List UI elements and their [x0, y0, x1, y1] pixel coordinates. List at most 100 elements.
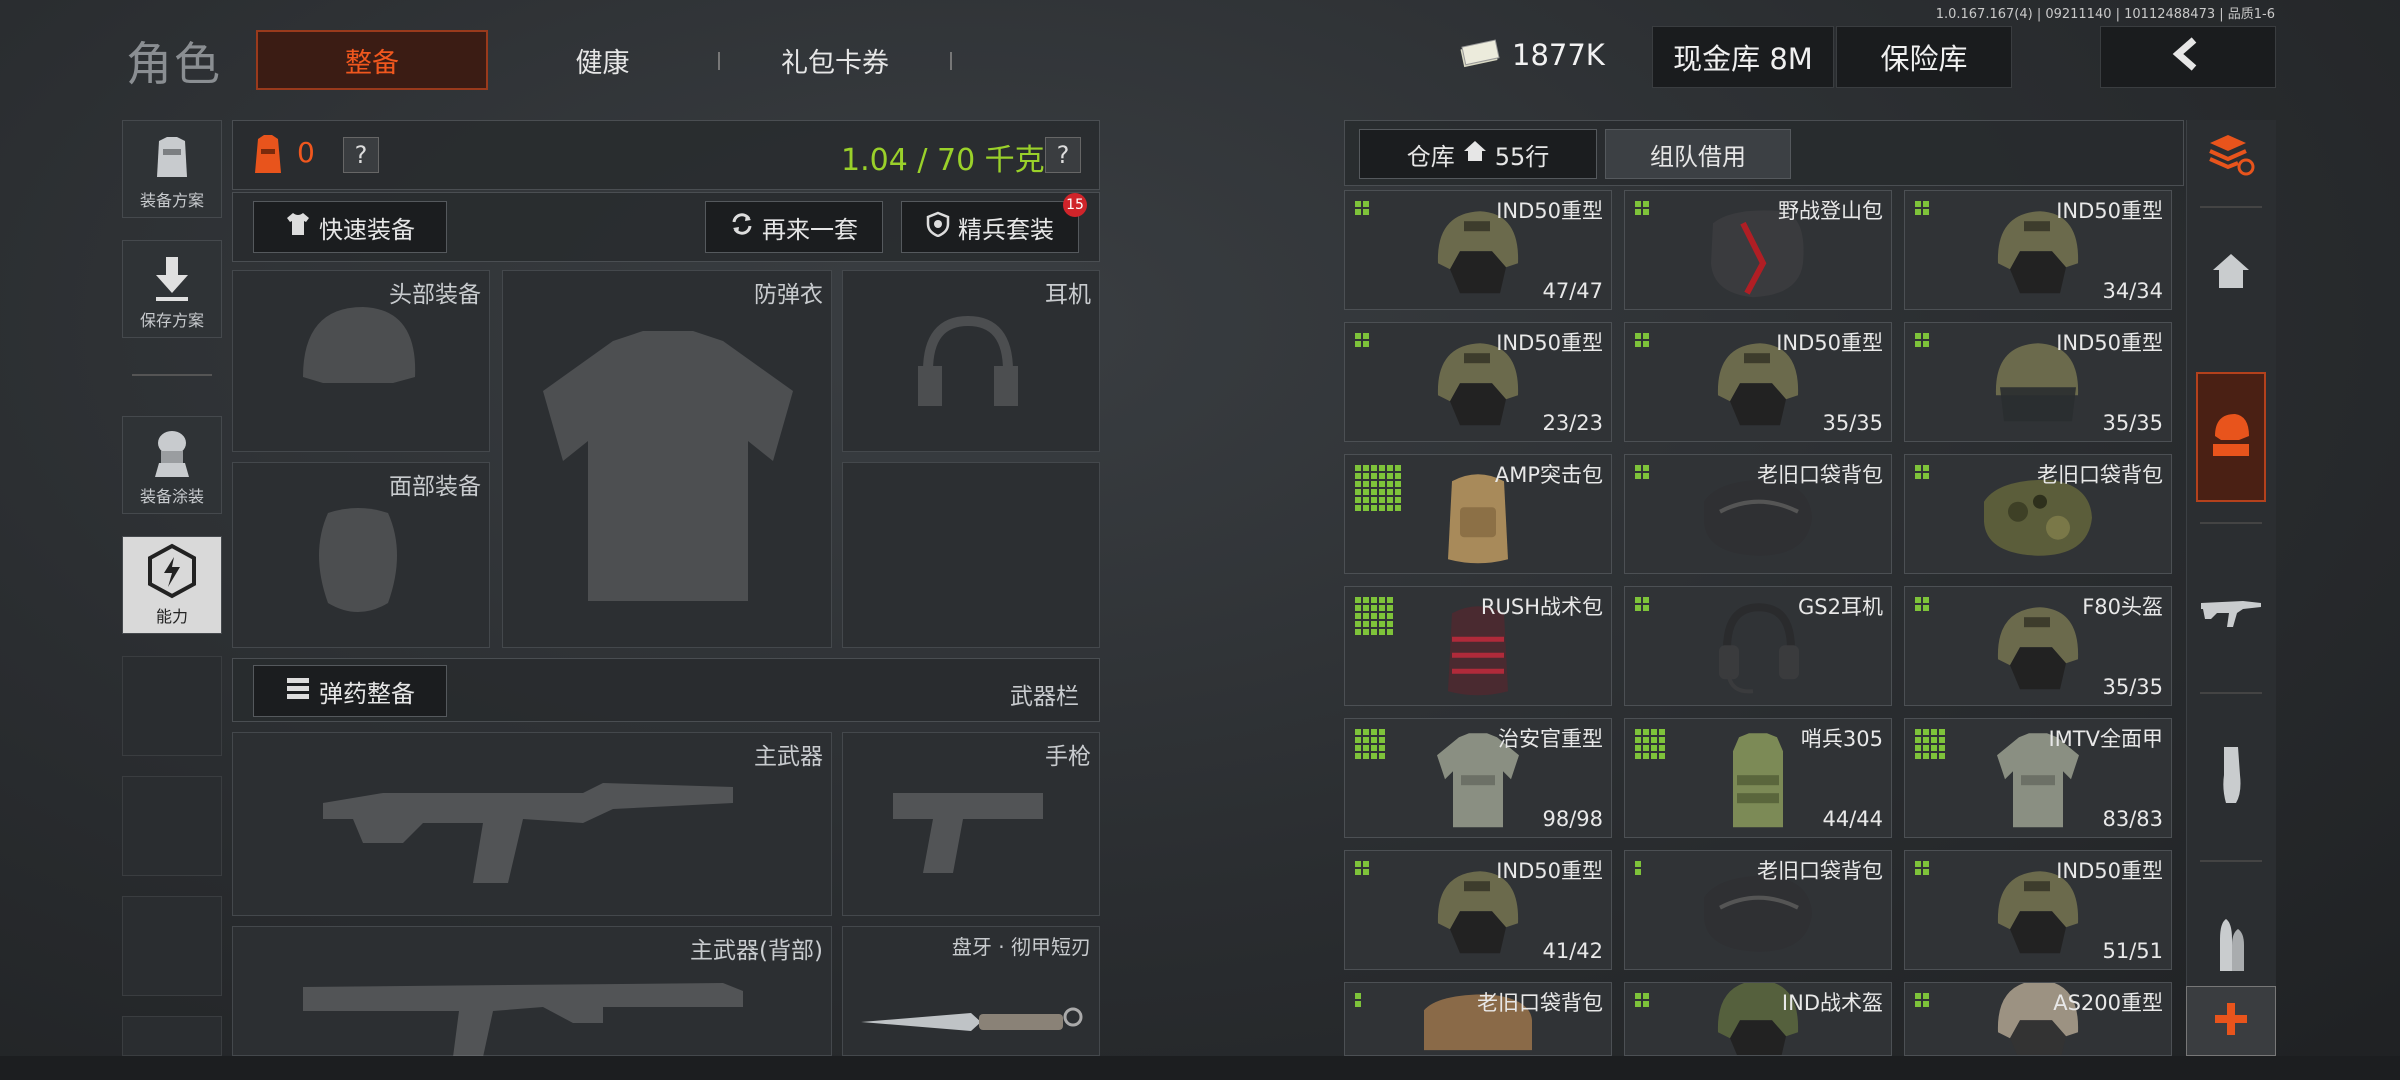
rifle-back-placeholder-icon [303, 967, 743, 1061]
item-size-indicator [1915, 597, 1929, 611]
helmet-orange-icon [2209, 410, 2253, 464]
face-slot[interactable]: 面部装备 [232, 462, 490, 648]
warehouse-item[interactable]: RUSH战术包 [1344, 586, 1612, 706]
item-name: 治安官重型 [1498, 727, 1603, 751]
headset-placeholder-icon [913, 311, 1023, 435]
warehouse-item[interactable]: IMTV全面甲 83/83 [1904, 718, 2172, 838]
tab-health[interactable]: 健康 [510, 30, 695, 90]
item-name: 哨兵305 [1800, 727, 1883, 751]
home-icon [1463, 140, 1487, 168]
warehouse-item[interactable]: 老旧口袋背包 [1624, 454, 1892, 574]
back-arrow-icon [2170, 36, 2206, 79]
item-durability: 34/34 [2102, 279, 2163, 303]
extra-slot[interactable] [842, 462, 1100, 648]
warehouse-item[interactable]: 老旧口袋背包 [1344, 982, 1612, 1056]
rail-divider [2200, 692, 2262, 694]
cash-icon [1458, 38, 1502, 72]
warehouse-item[interactable]: 野战登山包 [1624, 190, 1892, 310]
pistol-placeholder-icon [893, 783, 1053, 887]
sidebar-label: 能力 [155, 607, 188, 626]
warehouse-item[interactable]: IND50重型 47/47 [1344, 190, 1612, 310]
loadout-actions: 快速装备 再来一套 精兵套装 15 [232, 192, 1100, 262]
sort-stack-icon[interactable] [2196, 120, 2266, 190]
tab-label: 仓库 [1406, 142, 1455, 171]
headset-slot[interactable]: 耳机 [842, 270, 1100, 452]
item-durability: 98/98 [1542, 807, 1603, 831]
item-durability: 41/42 [1542, 939, 1603, 963]
item-name: 老旧口袋背包 [1477, 991, 1603, 1015]
item-name: IND战术盔 [1781, 991, 1883, 1015]
item-name: 野战登山包 [1778, 199, 1883, 223]
armor-count: 0 [297, 136, 315, 169]
head-slot[interactable]: 头部装备 [232, 270, 490, 452]
cash-vault-button[interactable]: 现金库 8M [1652, 26, 1834, 88]
warehouse-item[interactable]: IND战术盔 [1624, 982, 1892, 1056]
warehouse-item[interactable]: 老旧口袋背包 [1624, 850, 1892, 970]
item-name: GS2耳机 [1798, 595, 1883, 619]
vest-icon [147, 133, 197, 187]
elite-kit-button[interactable]: 精兵套装 [901, 201, 1079, 253]
vest-slot[interactable]: 防弹衣 [502, 270, 832, 648]
item-size-indicator [1635, 597, 1649, 611]
warehouse-item[interactable]: GS2耳机 [1624, 586, 1892, 706]
tab-team-borrow[interactable]: 组队借用 [1605, 129, 1791, 179]
tab-loadout[interactable]: 整备 [256, 30, 488, 90]
rifle-category-icon[interactable] [2196, 576, 2266, 646]
ability-button[interactable]: 能力 [122, 536, 222, 634]
warehouse-item[interactable]: IND50重型 35/35 [1904, 322, 2172, 442]
button-label: 弹药整备 [319, 679, 415, 708]
warehouse-item[interactable]: AS200重型 [1904, 982, 2172, 1056]
warehouse-item[interactable]: IND50重型 35/35 [1624, 322, 1892, 442]
item-name: AMP突击包 [1494, 463, 1603, 487]
equipment-plan-button[interactable]: 装备方案 [122, 120, 222, 218]
tab-divider [950, 52, 952, 70]
primary-weapon-slot[interactable]: 主武器 [232, 732, 832, 916]
item-name: IND50重型 [1496, 199, 1603, 223]
rail-divider [2200, 206, 2262, 208]
item-size-indicator [1355, 861, 1369, 875]
warehouse-item[interactable]: IND50重型 23/23 [1344, 322, 1612, 442]
safe-button[interactable]: 保险库 [1836, 26, 2012, 88]
tab-storage[interactable]: 仓库 55行 [1359, 129, 1597, 179]
pistol-slot[interactable]: 手枪 [842, 732, 1100, 916]
weight-help-button[interactable]: ? [1045, 137, 1081, 173]
item-size-indicator [1635, 729, 1665, 759]
item-name: IND50重型 [2056, 859, 2163, 883]
rail-divider [2200, 860, 2262, 862]
helmet-item-icon [1990, 599, 2086, 703]
back-weapon-slot[interactable]: 主武器(背部) [232, 926, 832, 1057]
warehouse-item[interactable]: 治安官重型 98/98 [1344, 718, 1612, 838]
gear-category-button[interactable] [2196, 372, 2266, 502]
save-plan-button[interactable]: 保存方案 [122, 240, 222, 338]
slot-label: 主武器(背部) [690, 938, 823, 964]
rail-divider [2200, 522, 2262, 524]
vest-item-icon [1713, 731, 1803, 835]
item-durability: 35/35 [2102, 675, 2163, 699]
warehouse-item[interactable]: IND50重型 34/34 [1904, 190, 2172, 310]
add-button[interactable] [2186, 986, 2276, 1056]
item-name: IMTV全面甲 [2048, 727, 2163, 751]
warehouse-item[interactable]: AMP突击包 [1344, 454, 1612, 574]
warehouse-item[interactable]: F80头盔 35/35 [1904, 586, 2172, 706]
warehouse-item[interactable]: 哨兵305 44/44 [1624, 718, 1892, 838]
item-size-indicator [1915, 465, 1929, 479]
item-durability: 44/44 [1822, 807, 1883, 831]
bottom-bar [0, 1056, 2400, 1080]
slot-label: 主武器 [754, 744, 823, 770]
magazine-category-icon[interactable] [2196, 740, 2266, 810]
warehouse-item[interactable]: 老旧口袋背包 [1904, 454, 2172, 574]
equip-again-button[interactable]: 再来一套 [705, 201, 883, 253]
ammo-category-icon[interactable] [2196, 910, 2266, 980]
plus-icon [2211, 999, 2251, 1043]
melee-slot[interactable]: 盘牙 · 彻甲短刃 [842, 926, 1100, 1056]
quick-equip-button[interactable]: 快速装备 [253, 201, 447, 253]
tab-gift-coupons[interactable]: 礼包卡券 [740, 30, 930, 90]
item-size-indicator [1355, 993, 1361, 1007]
help-button[interactable]: ? [343, 137, 379, 173]
back-button[interactable] [2100, 26, 2276, 88]
warehouse-item[interactable]: IND50重型 41/42 [1344, 850, 1612, 970]
ammo-prep-button[interactable]: 弹药整备 [253, 665, 447, 717]
equipment-skin-button[interactable]: 装备涂装 [122, 416, 222, 514]
warehouse-item[interactable]: IND50重型 51/51 [1904, 850, 2172, 970]
home-icon[interactable] [2196, 236, 2266, 306]
